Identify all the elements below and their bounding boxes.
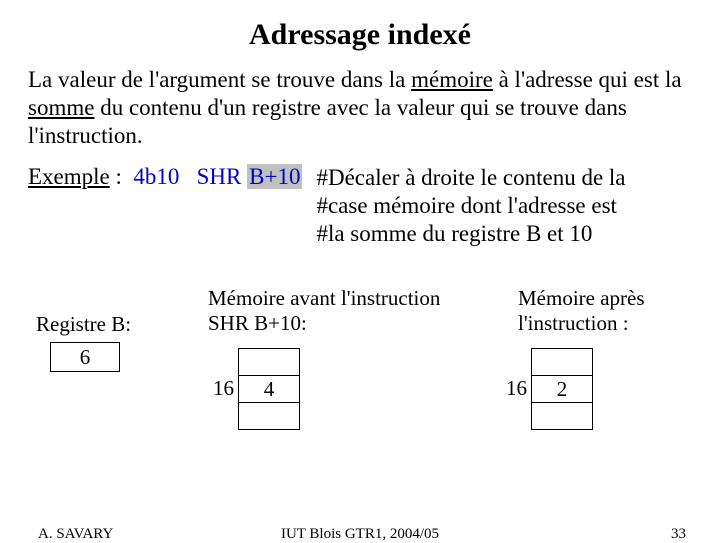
memory-before-label: Mémoire avant l'instruction SHR B+10: bbox=[208, 286, 448, 336]
memory-cells: 2 bbox=[531, 348, 593, 430]
memory-cells: 4 bbox=[238, 348, 300, 430]
page-title: Adressage indexé bbox=[28, 18, 692, 52]
diagram-area: Registre B: 6 Mémoire avant l'instructio… bbox=[28, 286, 692, 486]
example-label: Exemple bbox=[28, 164, 110, 189]
memory-cell-empty bbox=[532, 402, 592, 430]
mnemonic: SHR bbox=[197, 164, 242, 189]
memory-after-label: Mémoire après l'instruction : bbox=[518, 286, 688, 336]
comment-block: #Décaler à droite le contenu de la #case… bbox=[316, 164, 625, 248]
example-line: Exemple : 4b10 SHR B+10 bbox=[28, 164, 302, 190]
text: à l'adresse qui est la bbox=[493, 67, 682, 92]
footer-center: IUT Blois GTR1, 2004/05 bbox=[0, 526, 720, 543]
operand: B+10 bbox=[247, 164, 302, 189]
intro-paragraph: La valeur de l'argument se trouve dans l… bbox=[28, 66, 692, 150]
comment-line: #la somme du registre B et 10 bbox=[316, 220, 625, 248]
underline-memoire: mémoire bbox=[411, 67, 493, 92]
opcode: 4b10 bbox=[133, 164, 179, 189]
example-row: Exemple : 4b10 SHR B+10 #Décaler à droit… bbox=[28, 164, 692, 248]
footer-page: 33 bbox=[671, 526, 686, 543]
text: du contenu d'un registre avec la valeur … bbox=[28, 95, 627, 148]
memory-cell-empty bbox=[239, 348, 299, 375]
comment-line: #case mémoire dont l'adresse est bbox=[316, 192, 625, 220]
slide: Adressage indexé La valeur de l'argument… bbox=[0, 0, 720, 540]
memory-cell-value: 2 bbox=[532, 375, 592, 402]
memory-after-stack: 16 2 bbox=[531, 348, 593, 430]
memory-before-stack: 16 4 bbox=[238, 348, 300, 430]
text: La valeur de l'argument se trouve dans l… bbox=[28, 67, 411, 92]
memory-address: 16 bbox=[213, 376, 234, 401]
memory-cell-value: 4 bbox=[239, 375, 299, 402]
underline-somme: somme bbox=[28, 95, 94, 120]
register-label: Registre B: bbox=[36, 312, 131, 337]
colon: : bbox=[110, 164, 128, 189]
memory-cell-empty bbox=[239, 402, 299, 430]
register-box: 6 bbox=[50, 342, 120, 372]
comment-line: #Décaler à droite le contenu de la bbox=[316, 164, 625, 192]
memory-cell-empty bbox=[532, 348, 592, 375]
memory-address: 16 bbox=[506, 376, 527, 401]
